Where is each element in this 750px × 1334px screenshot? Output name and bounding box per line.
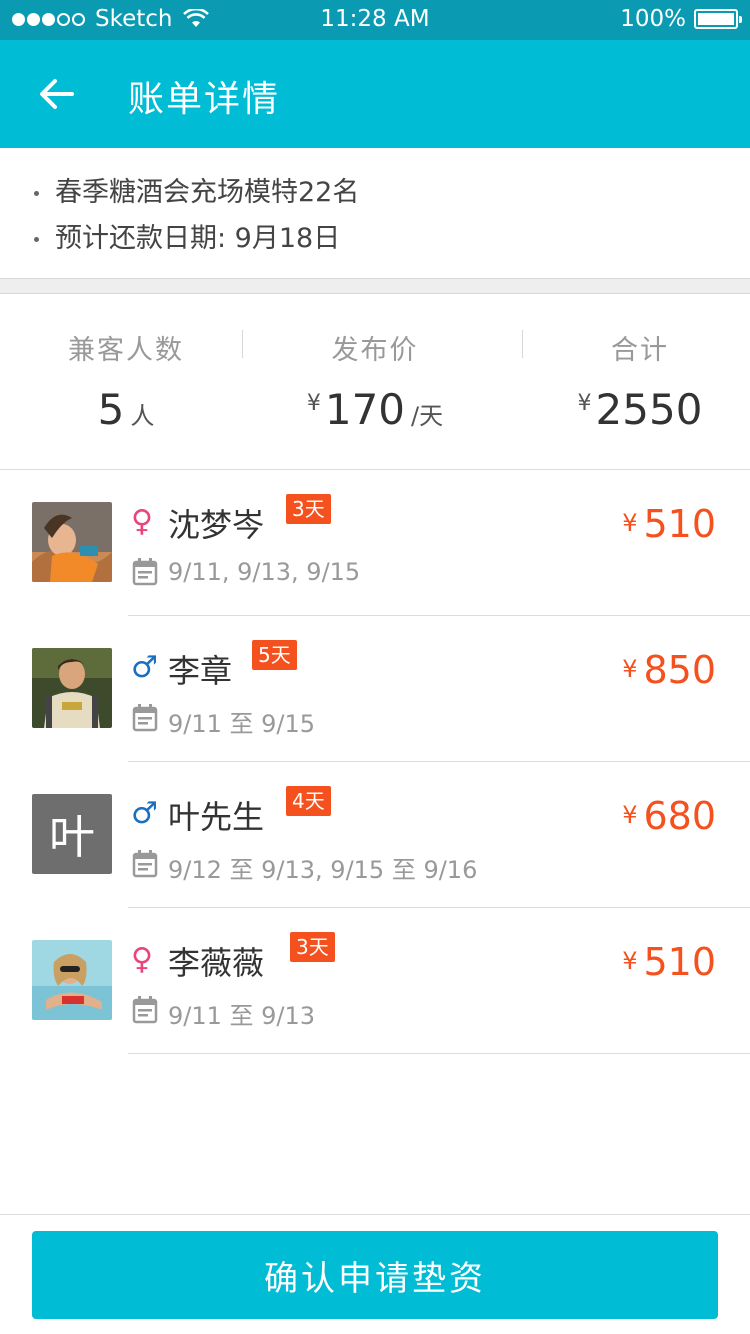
- work-dates: 9/12 至 9/13, 9/15 至 9/16: [168, 856, 478, 884]
- female-icon: ♀: [131, 942, 153, 977]
- avatar-initial: 叶: [32, 794, 112, 874]
- section-divider: [0, 278, 750, 294]
- total-label: 合计: [611, 335, 669, 366]
- worker-row[interactable]: ♀ 沈梦岑 3天 9/11, 9/13, 9/15 ¥ 510: [0, 470, 750, 616]
- worker-name: 叶先生: [168, 798, 265, 836]
- work-dates: 9/11 至 9/15: [168, 710, 316, 738]
- male-icon: ♂: [131, 650, 158, 685]
- currency-symbol: ¥: [622, 509, 638, 537]
- days-badge: 4天: [286, 786, 331, 816]
- battery-percent: 100%: [620, 6, 686, 32]
- calendar-icon: [132, 558, 158, 586]
- days-badge: 3天: [286, 494, 331, 524]
- price-label: 发布价: [331, 335, 419, 366]
- status-bar: Sketch 11:28 AM 100%: [0, 0, 750, 40]
- worker-amount: ¥ 680: [622, 794, 716, 838]
- summary-price: 发布价 ¥ 170 /天: [280, 328, 470, 434]
- count-value: 5: [97, 385, 125, 434]
- worker-name: 沈梦岑: [168, 506, 265, 544]
- worker-row[interactable]: ♀ 李薇薇 3天 9/11 至 9/13 ¥ 510: [0, 908, 750, 1054]
- worker-amount: ¥ 850: [622, 648, 716, 692]
- battery-icon: [694, 9, 742, 29]
- avatar: [32, 648, 112, 728]
- worker-amount: ¥ 510: [622, 940, 716, 984]
- nav-bar: 账单详情: [0, 40, 750, 148]
- work-dates: 9/11, 9/13, 9/15: [168, 558, 361, 586]
- row-divider: [128, 1053, 750, 1054]
- total-value: 2550: [595, 385, 703, 434]
- calendar-icon: [132, 704, 158, 732]
- status-right: 100%: [620, 6, 742, 32]
- bullet-icon: [34, 236, 39, 242]
- days-badge: 5天: [252, 640, 297, 670]
- worker-row[interactable]: 叶 ♂ 叶先生 4天 9/12 至 9/13, 9/15 至 9/16 ¥ 68…: [0, 762, 750, 908]
- currency-symbol: ¥: [622, 947, 638, 975]
- currency-symbol: ¥: [622, 655, 638, 683]
- worker-amount: ¥ 510: [622, 502, 716, 546]
- worker-row[interactable]: ♂ 李章 5天 9/11 至 9/15 ¥ 850: [0, 616, 750, 762]
- count-unit: 人: [130, 402, 155, 430]
- calendar-icon: [132, 850, 158, 878]
- amount-value: 510: [643, 940, 716, 984]
- work-dates: 9/11 至 9/13: [168, 1002, 316, 1030]
- count-label: 兼客人数: [68, 335, 184, 366]
- bullet-icon: [34, 190, 39, 196]
- male-icon: ♂: [131, 796, 158, 831]
- back-button[interactable]: [24, 64, 88, 124]
- price-currency: ¥: [306, 391, 321, 416]
- back-arrow-icon: [40, 79, 74, 109]
- amount-value: 680: [643, 794, 716, 838]
- amount-value: 510: [643, 502, 716, 546]
- info-line-repay-date: 预计还款日期: 9月18日: [34, 216, 750, 262]
- repay-date-text: 预计还款日期: 9月18日: [55, 223, 341, 254]
- days-badge: 3天: [290, 932, 335, 962]
- summary-divider: [522, 330, 523, 358]
- info-line-event: 春季糖酒会充场模特22名: [34, 170, 750, 216]
- bill-summary: 兼客人数 5 人 发布价 ¥ 170 /天 合计 ¥ 2550: [0, 294, 750, 470]
- summary-total: 合计 ¥ 2550: [570, 328, 710, 434]
- price-unit: /天: [411, 402, 444, 430]
- footer-bar: 确认申请垫资: [0, 1214, 750, 1334]
- currency-symbol: ¥: [622, 801, 638, 829]
- total-currency: ¥: [577, 391, 592, 416]
- amount-value: 850: [643, 648, 716, 692]
- confirm-advance-button[interactable]: 确认申请垫资: [32, 1231, 718, 1319]
- price-value: 170: [324, 385, 406, 434]
- page-title: 账单详情: [128, 79, 281, 120]
- avatar: [32, 502, 112, 582]
- avatar: 叶: [32, 794, 112, 874]
- event-text: 春季糖酒会充场模特22名: [55, 177, 360, 208]
- female-icon: ♀: [131, 504, 153, 539]
- worker-name: 李章: [168, 652, 233, 690]
- summary-divider: [242, 330, 243, 358]
- avatar: [32, 940, 112, 1020]
- worker-name: 李薇薇: [168, 944, 265, 982]
- summary-count: 兼客人数 5 人: [34, 328, 218, 434]
- calendar-icon: [132, 996, 158, 1024]
- bill-info: 春季糖酒会充场模特22名 预计还款日期: 9月18日: [0, 148, 750, 278]
